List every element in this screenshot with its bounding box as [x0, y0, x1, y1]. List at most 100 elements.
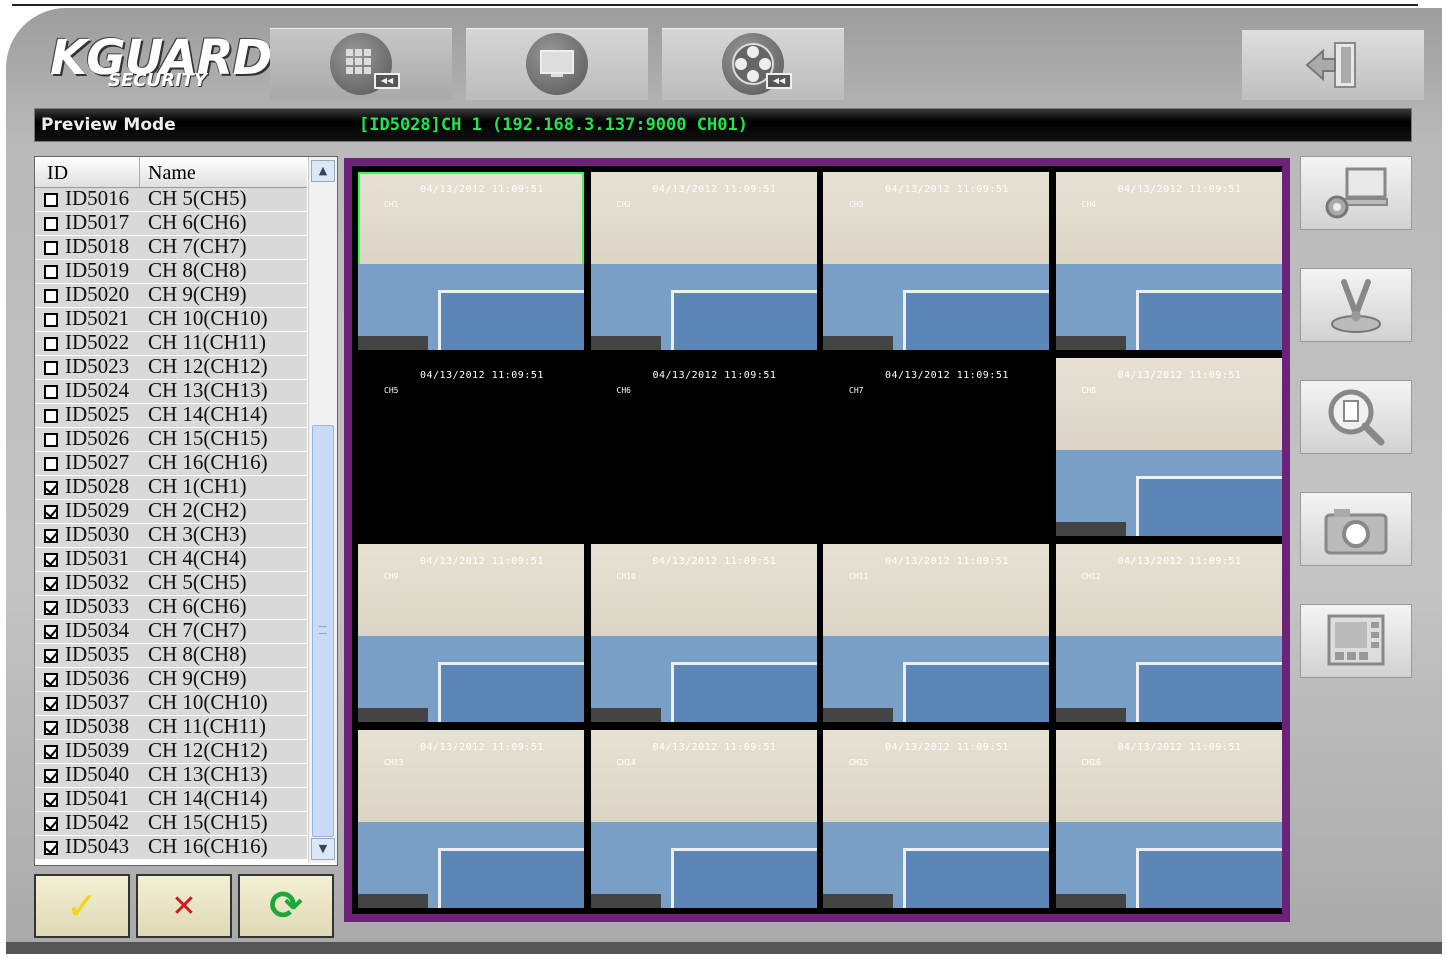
- video-cell[interactable]: 04/13/2012 11:09:51 CH10: [590, 544, 817, 722]
- video-cell[interactable]: 04/13/2012 11:09:51 CH2: [590, 172, 817, 350]
- video-cell[interactable]: 04/13/2012 11:09:51 CH4: [1055, 172, 1282, 350]
- tab-preview[interactable]: ◀◀: [270, 28, 452, 100]
- video-cell[interactable]: 04/13/2012 11:09:51 CH13: [358, 730, 584, 908]
- row-checkbox[interactable]: [44, 385, 58, 399]
- list-item[interactable]: ID5040 CH 13(CH13): [35, 762, 307, 787]
- row-checkbox[interactable]: [44, 721, 58, 735]
- video-cell[interactable]: 04/13/2012 11:09:51 CH9: [358, 544, 584, 722]
- row-checkbox[interactable]: [44, 457, 58, 471]
- video-cell[interactable]: 04/13/2012 11:09:51 CH14: [590, 730, 817, 908]
- list-item[interactable]: ID5027 CH 16(CH16): [35, 450, 307, 475]
- tab-display[interactable]: [466, 28, 648, 100]
- row-checkbox[interactable]: [44, 817, 58, 831]
- video-channel-label: CH10: [616, 572, 636, 581]
- list-item[interactable]: ID5020 CH 9(CH9): [35, 282, 307, 307]
- row-checkbox[interactable]: [44, 337, 58, 351]
- list-item[interactable]: ID5036 CH 9(CH9): [35, 666, 307, 691]
- video-scene-wall2: [903, 662, 1049, 722]
- row-name: CH 14(CH14): [148, 786, 268, 810]
- row-checkbox[interactable]: [44, 697, 58, 711]
- row-checkbox[interactable]: [44, 505, 58, 519]
- list-item[interactable]: ID5030 CH 3(CH3): [35, 522, 307, 547]
- video-cell[interactable]: 04/13/2012 11:09:51 CH8: [1055, 358, 1282, 536]
- log-search-button[interactable]: [1300, 380, 1412, 454]
- row-checkbox[interactable]: [44, 625, 58, 639]
- remote-settings-button[interactable]: [1300, 156, 1412, 230]
- video-cell[interactable]: 04/13/2012 11:09:51 CH5: [358, 358, 584, 536]
- row-checkbox[interactable]: [44, 601, 58, 615]
- row-checkbox[interactable]: [44, 433, 58, 447]
- row-checkbox[interactable]: [44, 313, 58, 327]
- row-checkbox[interactable]: [44, 265, 58, 279]
- list-item[interactable]: ID5023 CH 12(CH12): [35, 354, 307, 379]
- list-item[interactable]: ID5026 CH 15(CH15): [35, 426, 307, 451]
- layout-button[interactable]: [1300, 604, 1412, 678]
- list-item[interactable]: ID5021 CH 10(CH10): [35, 306, 307, 331]
- row-checkbox[interactable]: [44, 289, 58, 303]
- row-checkbox[interactable]: [44, 673, 58, 687]
- row-checkbox[interactable]: [44, 409, 58, 423]
- video-timestamp: 04/13/2012 11:09:51: [885, 556, 1009, 567]
- list-item[interactable]: ID5037 CH 10(CH10): [35, 690, 307, 715]
- video-cell[interactable]: 04/13/2012 11:09:51 CH3: [823, 172, 1049, 350]
- video-cell[interactable]: 04/13/2012 11:09:51 CH16: [1055, 730, 1282, 908]
- cancel-button[interactable]: ✕: [136, 874, 232, 938]
- row-id: ID5017: [65, 210, 130, 234]
- scroll-up-icon[interactable]: ▲: [311, 160, 335, 182]
- list-item[interactable]: ID5035 CH 8(CH8): [35, 642, 307, 667]
- confirm-button[interactable]: ✓: [34, 874, 130, 938]
- list-item[interactable]: ID5042 CH 15(CH15): [35, 810, 307, 835]
- video-cell[interactable]: 04/13/2012 11:09:51 CH15: [823, 730, 1049, 908]
- list-item[interactable]: ID5018 CH 7(CH7): [35, 234, 307, 259]
- video-channel-label: CH13: [384, 758, 404, 767]
- list-item[interactable]: ID5038 CH 11(CH11): [35, 714, 307, 739]
- scroll-thumb[interactable]: [312, 425, 334, 837]
- list-item[interactable]: ID5034 CH 7(CH7): [35, 618, 307, 643]
- ptz-control-button[interactable]: [1300, 268, 1412, 342]
- exit-button[interactable]: [1242, 30, 1424, 100]
- row-checkbox[interactable]: [44, 769, 58, 783]
- column-header-id[interactable]: ID: [47, 162, 68, 185]
- row-checkbox[interactable]: [44, 649, 58, 663]
- scroll-down-icon[interactable]: ▼: [311, 838, 335, 860]
- list-item[interactable]: ID5039 CH 12(CH12): [35, 738, 307, 763]
- video-cell[interactable]: 04/13/2012 11:09:51 CH1: [358, 172, 584, 350]
- list-item[interactable]: ID5025 CH 14(CH14): [35, 402, 307, 427]
- video-cell[interactable]: 04/13/2012 11:09:51 CH11: [823, 544, 1049, 722]
- row-checkbox[interactable]: [44, 193, 58, 207]
- row-checkbox[interactable]: [44, 217, 58, 231]
- video-cell[interactable]: 04/13/2012 11:09:51 CH6: [590, 358, 817, 536]
- column-header-name[interactable]: Name: [148, 162, 196, 185]
- monitor-icon: [526, 33, 588, 95]
- list-item[interactable]: ID5022 CH 11(CH11): [35, 330, 307, 355]
- row-name: CH 6(CH6): [148, 594, 247, 618]
- row-checkbox[interactable]: [44, 793, 58, 807]
- row-checkbox[interactable]: [44, 481, 58, 495]
- list-item[interactable]: ID5029 CH 2(CH2): [35, 498, 307, 523]
- list-item[interactable]: ID5031 CH 4(CH4): [35, 546, 307, 571]
- row-checkbox[interactable]: [44, 361, 58, 375]
- tab-playback[interactable]: ◀◀: [662, 28, 844, 100]
- list-item[interactable]: ID5019 CH 8(CH8): [35, 258, 307, 283]
- list-item[interactable]: ID5032 CH 5(CH5): [35, 570, 307, 595]
- row-checkbox[interactable]: [44, 745, 58, 759]
- snapshot-button[interactable]: [1300, 492, 1412, 566]
- row-checkbox[interactable]: [44, 553, 58, 567]
- list-item[interactable]: ID5024 CH 13(CH13): [35, 378, 307, 403]
- list-scrollbar[interactable]: ▲ ▼: [308, 157, 337, 863]
- row-checkbox[interactable]: [44, 529, 58, 543]
- video-cell[interactable]: 04/13/2012 11:09:51 CH7: [823, 358, 1049, 536]
- refresh-button[interactable]: ⟳: [238, 874, 334, 938]
- list-item[interactable]: ID5016 CH 5(CH5): [35, 186, 307, 211]
- row-checkbox[interactable]: [44, 241, 58, 255]
- list-item[interactable]: ID5043 CH 16(CH16): [35, 834, 307, 859]
- list-item[interactable]: ID5041 CH 14(CH14): [35, 786, 307, 811]
- list-item[interactable]: ID5028 CH 1(CH1): [35, 474, 307, 499]
- row-checkbox[interactable]: [44, 841, 58, 855]
- row-checkbox[interactable]: [44, 577, 58, 591]
- video-scene-floor: [590, 708, 661, 722]
- list-item[interactable]: ID5033 CH 6(CH6): [35, 594, 307, 619]
- list-item[interactable]: ID5017 CH 6(CH6): [35, 210, 307, 235]
- video-scene-wall2: [438, 662, 584, 722]
- video-cell[interactable]: 04/13/2012 11:09:51 CH12: [1055, 544, 1282, 722]
